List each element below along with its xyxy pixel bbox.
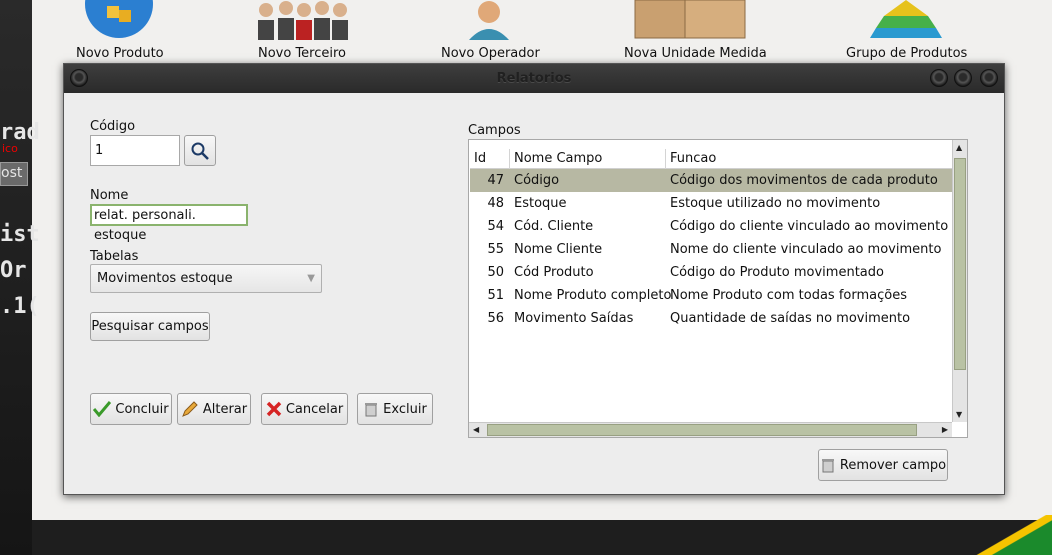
cancelar-label: Cancelar xyxy=(285,401,344,417)
launcher-grupo-de-produtos[interactable]: Grupo de Produtos xyxy=(846,0,968,61)
cell-funcao: Estoque utilizado no movimento xyxy=(670,196,881,211)
scroll-up-icon[interactable]: ▲ xyxy=(956,143,962,152)
search-icon xyxy=(191,142,209,160)
horizontal-scroll-thumb[interactable] xyxy=(487,424,917,436)
cell-id: 56 xyxy=(487,311,504,326)
background-text: .1( xyxy=(0,294,40,319)
cell-nome-campo: Cód. Cliente xyxy=(514,219,594,234)
cell-funcao: Quantidade de saídas no movimento xyxy=(670,311,911,326)
remover-campo-label: Remover campo xyxy=(839,457,947,473)
cell-funcao: Código dos movimentos de cada produto xyxy=(670,173,938,188)
scroll-right-icon[interactable]: ▶ xyxy=(942,425,948,434)
cell-funcao: Nome Produto com todas formações xyxy=(670,288,907,303)
background-side-panel: rad ico ost ist Or .1( xyxy=(0,0,40,555)
launcher-novo-operador[interactable]: Novo Operador xyxy=(441,0,540,61)
concluir-label: Concluir xyxy=(115,401,169,417)
cancelar-button[interactable]: Cancelar xyxy=(261,393,348,425)
check-icon xyxy=(93,401,112,417)
cell-nome-campo: Nome Produto completo xyxy=(514,288,672,303)
cell-nome-campo: Nome Cliente xyxy=(514,242,603,257)
cell-id: 50 xyxy=(487,265,504,280)
codigo-label: Código xyxy=(90,119,136,134)
tabelas-label: Tabelas xyxy=(90,249,139,264)
launcher-label: Novo Operador xyxy=(441,46,540,61)
window-menu-icon[interactable] xyxy=(70,69,88,87)
alterar-button[interactable]: Alterar xyxy=(177,393,251,425)
cell-funcao: Código do cliente vinculado ao movimento xyxy=(670,219,949,234)
dialog-titlebar[interactable]: Relatorios xyxy=(64,64,1004,93)
excluir-button[interactable]: Excluir xyxy=(357,393,433,425)
cell-id: 48 xyxy=(487,196,504,211)
table-header: Id Nome Campo Funcao xyxy=(470,149,953,169)
cell-funcao: Nome do cliente vinculado ao movimento xyxy=(670,242,942,257)
pesquisar-campos-label: Pesquisar campos xyxy=(91,319,209,334)
launcher-label: Grupo de Produtos xyxy=(846,46,968,61)
table-body: 47 Código Código dos movimentos de cada … xyxy=(470,169,953,330)
tabelas-select[interactable]: Movimentos estoque ▼ xyxy=(90,264,322,293)
people-group-icon xyxy=(258,1,348,40)
operator-user-icon xyxy=(469,1,509,40)
close-icon[interactable] xyxy=(980,69,998,87)
cell-id: 54 xyxy=(487,219,504,234)
maximize-icon[interactable] xyxy=(954,69,972,87)
pyramid-icon xyxy=(870,0,942,38)
scroll-left-icon[interactable]: ◀ xyxy=(473,425,479,434)
table-row[interactable]: 47 Código Código dos movimentos de cada … xyxy=(470,169,953,192)
remover-campo-button[interactable]: Remover campo xyxy=(818,449,948,481)
table-row[interactable]: 54 Cód. Cliente Código do cliente vincul… xyxy=(470,215,953,238)
relatorios-dialog: Relatorios Código 1 Nome relat. personal… xyxy=(63,63,1005,495)
chevron-down-icon: ▼ xyxy=(307,273,315,284)
cell-nome-campo: Estoque xyxy=(514,196,567,211)
pencil-icon xyxy=(181,401,198,417)
launcher-novo-produto[interactable]: Novo Produto xyxy=(76,0,164,61)
launcher-nova-unidade-medida[interactable]: Nova Unidade Medida xyxy=(624,0,767,61)
table-row[interactable]: 55 Nome Cliente Nome do cliente vinculad… xyxy=(470,238,953,261)
background-text: Or xyxy=(0,258,27,283)
table-row[interactable]: 48 Estoque Estoque utilizado no moviment… xyxy=(470,192,953,215)
column-header-funcao[interactable]: Funcao xyxy=(666,149,953,169)
launcher-label: Nova Unidade Medida xyxy=(624,46,767,61)
launcher-label: Novo Produto xyxy=(76,46,164,61)
cell-nome-campo: Cód Produto xyxy=(514,265,594,280)
cancel-x-icon xyxy=(266,401,282,417)
table-row[interactable]: 50 Cód Produto Código do Produto movimen… xyxy=(470,261,953,284)
concluir-button[interactable]: Concluir xyxy=(90,393,172,425)
campos-table[interactable]: Id Nome Campo Funcao 47 Código Código do… xyxy=(468,139,968,438)
boxes-icon xyxy=(634,0,746,39)
cell-nome-campo: Movimento Saídas xyxy=(514,311,634,326)
nome-input[interactable]: relat. personali. estoque xyxy=(90,204,248,243)
cell-funcao: Código do Produto movimentado xyxy=(670,265,884,280)
table-row[interactable]: 51 Nome Produto completo Nome Produto co… xyxy=(470,284,953,307)
background-button: ost xyxy=(0,162,28,186)
codigo-input[interactable]: 1 xyxy=(90,135,180,166)
cell-id: 51 xyxy=(487,288,504,303)
excluir-label: Excluir xyxy=(383,401,427,417)
column-header-nome-campo[interactable]: Nome Campo xyxy=(510,149,666,169)
launcher-novo-terceiro[interactable]: Novo Terceiro xyxy=(252,0,352,61)
vertical-scrollbar[interactable]: ▲ ▼ xyxy=(952,140,967,422)
background-flag-decoration xyxy=(952,515,1052,555)
table-row[interactable]: 56 Movimento Saídas Quantidade de saídas… xyxy=(470,307,953,330)
product-box-icon xyxy=(85,0,153,38)
tabelas-select-value: Movimentos estoque xyxy=(97,271,233,286)
launcher-label: Novo Terceiro xyxy=(257,46,347,61)
search-button[interactable] xyxy=(184,135,216,166)
alterar-label: Alterar xyxy=(202,401,248,417)
column-header-id[interactable]: Id xyxy=(470,149,510,169)
horizontal-scrollbar[interactable]: ◀ ▶ xyxy=(469,422,952,437)
trash-icon xyxy=(365,403,378,417)
pesquisar-campos-button[interactable]: Pesquisar campos xyxy=(90,312,210,341)
minimize-icon[interactable] xyxy=(930,69,948,87)
campos-label: Campos xyxy=(468,123,521,138)
cell-id: 55 xyxy=(487,242,504,257)
vertical-scroll-thumb[interactable] xyxy=(954,158,966,370)
background-text: ist xyxy=(0,222,40,247)
nome-label: Nome xyxy=(90,188,129,203)
trash-icon xyxy=(821,459,834,473)
scroll-down-icon[interactable]: ▼ xyxy=(956,410,962,419)
dialog-title: Relatorios xyxy=(496,71,572,86)
cell-id: 47 xyxy=(487,173,504,188)
background-text: ico xyxy=(2,142,18,155)
cell-nome-campo: Código xyxy=(514,173,560,188)
